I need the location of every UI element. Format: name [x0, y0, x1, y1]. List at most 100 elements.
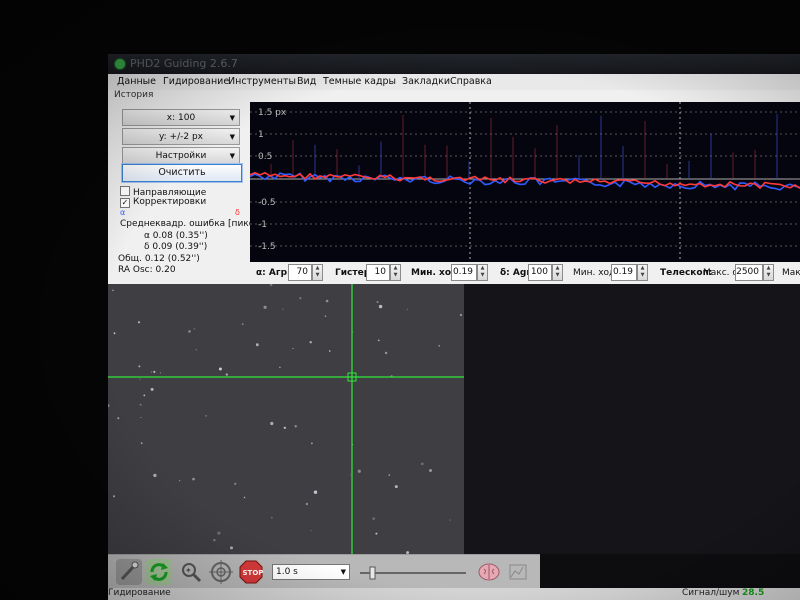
menu-bookmarks[interactable]: Закладки — [402, 76, 450, 87]
star — [117, 417, 120, 420]
phd2-window: PHD2 Guiding 2.6.7 Данные Гидирование Ин… — [108, 54, 800, 600]
svg-text:STOP: STOP — [243, 569, 264, 577]
star — [350, 474, 352, 476]
spin-arrows-icon[interactable]: ▲ ▼ — [390, 264, 401, 281]
correction-bar — [534, 148, 536, 179]
checkbox-box[interactable]: ✓ — [120, 198, 130, 208]
window-title: PHD2 Guiding 2.6.7 — [130, 57, 238, 70]
exposure-dropdown[interactable]: 1.0 s ▼ — [272, 564, 350, 580]
star — [459, 313, 462, 317]
spin-arrows-icon[interactable]: ▲ ▼ — [552, 264, 563, 281]
max-ra-value: 2500 — [736, 267, 759, 277]
star — [438, 344, 441, 347]
history-label: История — [114, 90, 154, 100]
menu-tools[interactable]: Инструменты — [228, 76, 296, 87]
brain-button[interactable] — [476, 559, 502, 585]
y-scale-value: y: +/-2 px — [158, 132, 203, 142]
star — [150, 387, 154, 391]
star — [384, 351, 388, 355]
max-ra-spinner[interactable]: 2500 ▲ ▼ — [735, 264, 774, 281]
use-camera-button[interactable] — [116, 559, 142, 585]
correction-bar — [314, 144, 316, 179]
star — [234, 482, 237, 485]
camera-frame[interactable] — [108, 283, 464, 555]
clear-button[interactable]: Очистить — [122, 164, 242, 182]
chevron-down-icon: ▼ — [229, 133, 235, 141]
star — [324, 315, 327, 317]
star — [159, 372, 161, 374]
ytick-label: 0.5 — [258, 152, 272, 162]
status-mode: Гидирование — [108, 588, 171, 598]
guide-button[interactable] — [208, 559, 234, 585]
ra-minmove-spinner[interactable]: 0.19 ▲ ▼ — [451, 264, 488, 281]
spin-arrows-icon[interactable]: ▲ ▼ — [637, 264, 648, 281]
snr-value: 28.5 — [742, 588, 765, 598]
star — [394, 485, 398, 489]
menu-dark-frames[interactable]: Темные кадры — [323, 76, 396, 87]
hyst-spinner[interactable]: 10 ▲ ▼ — [366, 264, 401, 281]
correction-bar — [446, 145, 448, 179]
star — [150, 371, 152, 373]
ra-aggr-value: 70 — [296, 267, 308, 277]
chevron-down-icon: ▼ — [340, 568, 346, 576]
corrections-label: Корректировки — [133, 197, 207, 207]
x-scale-dropdown[interactable]: x: 100 ▼ — [122, 109, 240, 126]
star — [271, 517, 273, 519]
correction-bars — [270, 113, 778, 179]
settings-dropdown[interactable]: Настройки ▼ — [122, 147, 240, 164]
star — [179, 480, 181, 482]
guide-params-row: α: Агр. 70 ▲ ▼ Гистер. 10 ▲ ▼ Мин. ход 0.19 ▲… — [108, 262, 800, 284]
menu-data[interactable]: Данные — [117, 76, 156, 87]
star — [292, 347, 294, 349]
checkbox-box[interactable] — [120, 186, 130, 196]
camera-frame-dark-region — [464, 284, 800, 554]
auto-select-star-button[interactable]: ✦ — [178, 559, 204, 585]
star — [108, 404, 110, 407]
correction-bar — [754, 149, 756, 179]
corrections-checkbox[interactable]: ✓ Корректировки — [120, 197, 206, 208]
guide-graph: 1.5 px 1 0.5 -0.5 -1 -1.5 — [249, 102, 800, 262]
star — [372, 517, 376, 520]
spin-arrows-icon[interactable]: ▲ ▼ — [763, 264, 774, 281]
correction-bar — [468, 161, 470, 179]
camera-connect-icon — [120, 561, 139, 581]
correction-bar — [380, 141, 382, 179]
loop-button[interactable] — [146, 559, 172, 585]
chevron-down-icon: ▼ — [229, 152, 235, 160]
star — [429, 469, 432, 472]
star — [243, 496, 246, 499]
svg-text:✦: ✦ — [185, 566, 192, 575]
star — [270, 421, 274, 426]
spin-arrows-icon[interactable]: ▲ ▼ — [312, 264, 323, 281]
star-field — [108, 283, 464, 555]
star — [263, 305, 267, 309]
correction-bar — [776, 113, 778, 179]
correction-bar — [644, 120, 646, 179]
star — [325, 299, 329, 303]
ra-aggr-spinner[interactable]: 70 ▲ ▼ — [288, 264, 323, 281]
max-dec-label: Макс — [782, 268, 800, 278]
star — [406, 308, 409, 311]
correction-bar — [666, 163, 668, 179]
correction-bar — [358, 165, 360, 179]
star-profile-button[interactable] — [506, 559, 532, 585]
correction-bar — [622, 146, 624, 179]
stop-button[interactable]: STOP — [238, 559, 264, 585]
max-ra-label: Макс. α — [703, 268, 739, 278]
menu-bar: Данные Гидирование Инструменты Вид Темны… — [108, 74, 800, 91]
menu-view[interactable]: Вид — [297, 76, 316, 87]
guide-graph-svg: 1.5 px 1 0.5 -0.5 -1 -1.5 — [249, 102, 800, 262]
menu-guiding[interactable]: Гидирование — [163, 76, 229, 87]
y-scale-dropdown[interactable]: y: +/-2 px ▼ — [122, 128, 240, 145]
correction-bar — [688, 160, 690, 179]
correction-bar — [512, 136, 514, 179]
star — [375, 532, 378, 535]
menu-help[interactable]: Справка — [450, 76, 492, 87]
dec-minmove-spinner[interactable]: 0.19 ▲ ▼ — [611, 264, 648, 281]
app-icon — [114, 58, 126, 70]
dec-aggr-spinner[interactable]: 100 ▲ ▼ — [528, 264, 563, 281]
correction-bar — [424, 144, 426, 179]
spin-arrows-icon[interactable]: ▲ ▼ — [477, 264, 488, 281]
star — [313, 490, 318, 494]
gamma-slider[interactable] — [358, 565, 468, 580]
